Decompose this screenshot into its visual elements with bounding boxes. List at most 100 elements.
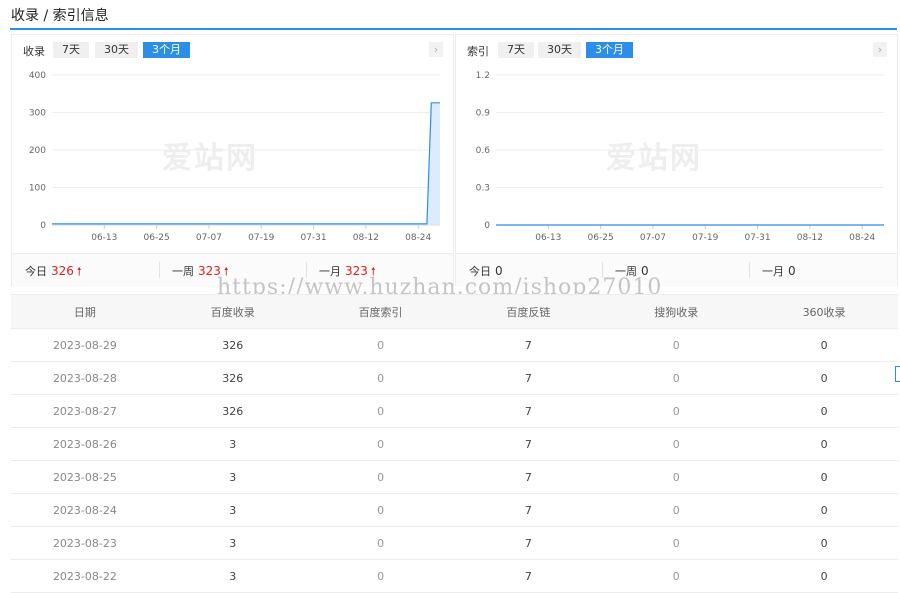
y-tick-label: 0 [484,221,490,231]
table-cell: 0 [602,559,751,593]
table-cell: 0 [306,559,455,593]
table-cell: 0 [306,328,455,362]
y-tick-label: 200 [29,146,46,156]
y-tick-label: 300 [29,109,46,119]
index-panel-baidu-suoyin: 索引 7天 30天 3个月 › 爱站网 0 0.3 0.6 0.9 1.2 06-13 06… [455,34,898,287]
col-baidu-fanlian: 百度反链 [454,294,603,329]
tab-3months[interactable]: 3个月 [586,42,633,58]
side-tool-icon[interactable] [895,366,900,382]
y-tick-label: 0.9 [476,109,491,119]
divider [159,262,160,278]
table-cell: 2023-08-27 [11,394,159,428]
y-tick-label: 100 [29,184,46,194]
y-tick-label: 0.6 [476,146,491,156]
x-tick-label: 06-13 [535,233,561,243]
table-cell: 0 [602,427,751,461]
table-header-row: 日期 百度收录 百度索引 百度反链 搜狗收录 360收录 [11,294,898,329]
col-360-shoulu: 360收录 [750,294,898,329]
stat-today: 今日 326 🠕 [25,263,82,282]
table-cell: 7 [454,526,603,560]
col-baidu-shoulu: 百度收录 [158,294,307,329]
table-row: 2023-08-26 3 0 7 0 0 [11,427,898,461]
x-tick-label: 08-24 [405,233,431,243]
table-cell: 0 [602,493,751,527]
stat-month: 一月 0 [762,263,796,279]
x-tick-label: 07-07 [640,233,666,243]
y-tick-label: 0 [40,221,46,231]
arrow-up-icon: 🠕 [76,265,82,278]
x-tick-label: 06-13 [91,233,117,243]
table-row: 2023-08-22 3 0 7 0 0 [11,559,898,593]
table-cell: 0 [750,493,898,527]
x-tick-label: 06-25 [588,233,614,243]
col-date: 日期 [11,294,159,329]
col-baidu-suoyin: 百度索引 [306,294,455,329]
series-line [52,102,440,225]
shoulu-chart: 0 100 200 300 400 06-13 06-25 07-07 07-19 07-31 08… [29,71,440,243]
table-row: 2023-08-29 326 0 7 0 0 [11,328,898,362]
x-tick-label: 08-24 [849,233,875,243]
table-row: 2023-08-27 326 0 7 0 0 [11,394,898,428]
panel-header: 收录 7天 30天 3个月 › [12,35,453,63]
col-sogou-shoulu: 搜狗收录 [602,294,751,329]
x-tick-label: 07-19 [692,233,718,243]
y-tick-label: 1.2 [476,71,490,81]
chevron-right-icon[interactable]: › [429,42,443,57]
panel-header: 索引 7天 30天 3个月 › [456,35,897,63]
x-tick-label: 07-07 [196,233,222,243]
index-panel-baidu-shoulu: 收录 7天 30天 3个月 › 爱站网 0 100 200 300 400 06-13 06… [11,34,454,287]
x-tick-label: 06-25 [144,233,170,243]
chevron-right-icon[interactable]: › [873,42,887,57]
table-cell: 0 [306,361,455,395]
table-row: 2023-08-25 3 0 7 0 0 [11,460,898,494]
table-cell: 0 [602,526,751,560]
section-title: 收录 / 索引信息 [11,8,109,24]
table-cell: 7 [454,493,603,527]
table-cell: 0 [750,361,898,395]
tab-3months[interactable]: 3个月 [143,42,190,58]
table-cell: 0 [602,460,751,494]
table-cell: 7 [454,559,603,593]
tab-30days[interactable]: 30天 [95,42,138,58]
table-cell: 0 [750,394,898,428]
history-table: 日期 百度收录 百度索引 百度反链 搜狗收录 360收录 2023-08-29 3… [11,294,898,593]
tab-7days[interactable]: 7天 [53,42,89,58]
table-cell: 7 [454,328,603,362]
panel-label: 收录 [23,45,45,58]
divider [749,262,750,278]
table-cell: 2023-08-28 [11,361,159,395]
table-cell: 0 [602,361,751,395]
table-cell: 2023-08-23 [11,526,159,560]
table-cell: 2023-08-25 [11,460,159,494]
stat-label: 一周 [172,265,194,278]
table-row: 2023-08-28 326 0 7 0 0 [11,361,898,395]
table-cell: 2023-08-26 [11,427,159,461]
x-tick-label: 08-12 [353,233,379,243]
stat-label: 今日 [25,265,47,278]
table-cell: 0 [306,526,455,560]
title-underline [10,28,897,30]
table-cell: 7 [454,427,603,461]
table-cell: 2023-08-22 [11,559,159,593]
table-cell: 7 [454,361,603,395]
table-cell: 0 [750,328,898,362]
series-area [52,102,440,225]
tab-30days[interactable]: 30天 [538,42,581,58]
table-cell: 326 [158,328,307,362]
table-cell: 3 [158,427,307,461]
stat-label: 一月 [762,265,784,278]
table-cell: 0 [750,460,898,494]
table-cell: 3 [158,493,307,527]
table-cell: 326 [158,394,307,428]
tab-7days[interactable]: 7天 [498,42,534,58]
suoyin-chart: 0 0.3 0.6 0.9 1.2 06-13 06-25 07-07 07-19 07-31 08… [476,71,884,243]
table-cell: 3 [158,559,307,593]
table-cell: 0 [306,460,455,494]
x-tick-label: 07-31 [300,233,326,243]
table-cell: 0 [750,427,898,461]
table-cell: 7 [454,394,603,428]
table-cell: 0 [750,559,898,593]
table-cell: 0 [306,427,455,461]
stat-value: 326 [51,264,74,278]
panel-label: 索引 [467,45,489,58]
